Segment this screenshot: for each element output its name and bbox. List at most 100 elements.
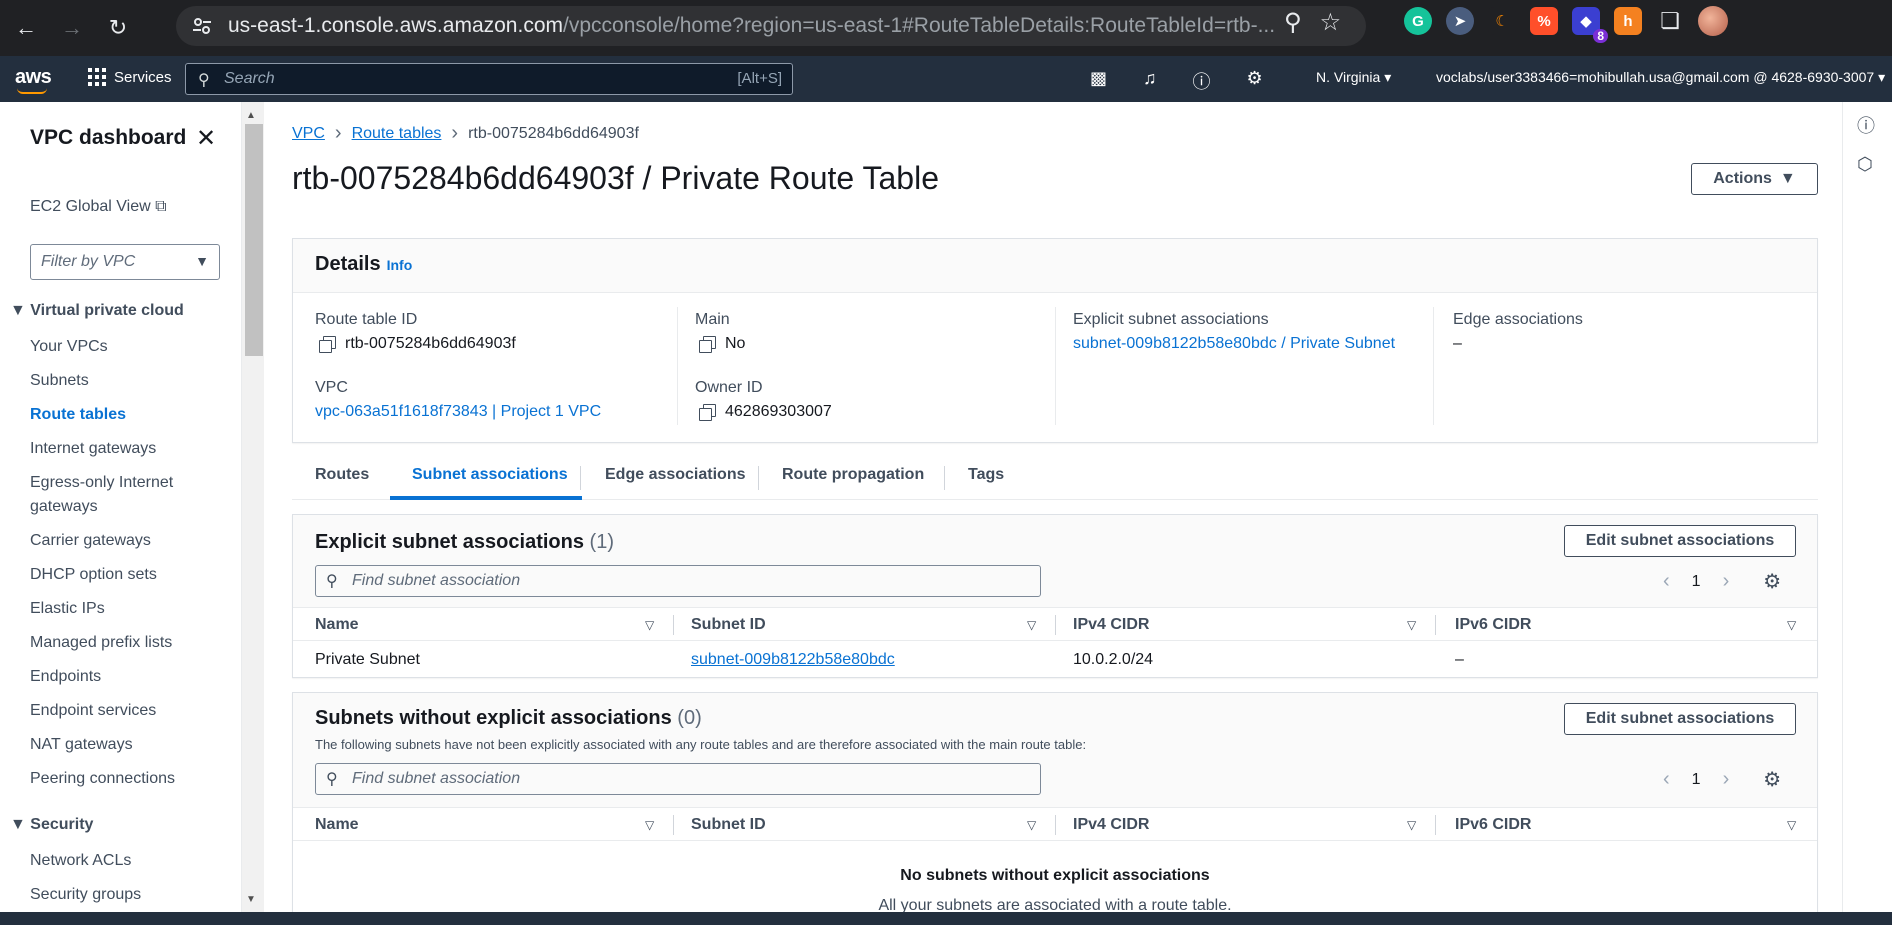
moon-extension-icon[interactable]: ☾ <box>1488 7 1516 35</box>
tab-routes[interactable]: Routes <box>315 466 369 484</box>
sort-icon[interactable]: ▽ <box>1407 818 1416 832</box>
sidebar-item-internet-gateways[interactable]: Internet gateways <box>30 440 156 458</box>
puzzle-badge-extension-icon[interactable]: ◆ 8 <box>1572 7 1608 43</box>
page-number-2[interactable]: 1 <box>1692 771 1701 789</box>
sort-icon[interactable]: ▽ <box>1407 618 1416 632</box>
sidebar-item-egress-only[interactable]: Egress-only Internet <box>30 474 173 492</box>
column-separator <box>1435 815 1436 835</box>
aws-logo[interactable]: aws <box>15 66 52 94</box>
sidebar-section-vpc[interactable]: ▼ Virtual private cloud <box>10 302 184 320</box>
chevron-left-icon[interactable]: ‹ <box>1663 768 1670 791</box>
column-header-ipv4-cidr[interactable]: IPv4 CIDR <box>1073 616 1149 634</box>
column-header-subnet-id[interactable]: Subnet ID <box>691 816 766 834</box>
column-header-ipv6-cidr[interactable]: IPv6 CIDR <box>1455 816 1531 834</box>
scroll-up-icon[interactable]: ▲ <box>246 110 256 121</box>
extensions-icon[interactable]: ❏ <box>1656 7 1684 35</box>
column-header-ipv4-cidr[interactable]: IPv4 CIDR <box>1073 816 1149 834</box>
notifications-bell-icon[interactable]: ♫ <box>1143 68 1157 94</box>
column-header-name[interactable]: Name <box>315 616 359 634</box>
settings-gear-icon[interactable]: ⚙ <box>1247 68 1263 94</box>
find-subnet-association-input[interactable]: ⚲ Find subnet association <box>315 565 1041 597</box>
back-icon[interactable]: ← <box>6 8 46 48</box>
sidebar-section-security[interactable]: ▼ Security <box>10 816 93 834</box>
aws-search-input[interactable]: ⚲ Search [Alt+S] <box>185 63 793 95</box>
caret-down-icon: ▼ <box>1779 170 1796 187</box>
column-header-ipv6-cidr[interactable]: IPv6 CIDR <box>1455 616 1531 634</box>
table-header-2: Name ▽ Subnet ID ▽ IPv4 CIDR ▽ IPv6 CIDR… <box>293 807 1817 841</box>
preferences-gear-icon[interactable]: ⚙ <box>1763 767 1781 792</box>
copy-icon[interactable] <box>319 336 336 353</box>
account-menu[interactable]: voclabs/user3383466=mohibullah.usa@gmail… <box>1436 69 1885 86</box>
info-panel-icon[interactable]: ⓘ <box>1857 112 1875 138</box>
breadcrumb-vpc[interactable]: VPC <box>292 125 325 143</box>
services-menu[interactable]: Services <box>88 68 172 86</box>
filter-by-vpc-select[interactable]: Filter by VPC ▼ <box>30 244 220 280</box>
sidebar-item-peering-connections[interactable]: Peering connections <box>30 770 175 788</box>
sidebar-item-network-acls[interactable]: Network ACLs <box>30 852 131 870</box>
sort-icon[interactable]: ▽ <box>1787 818 1796 832</box>
tab-route-propagation[interactable]: Route propagation <box>782 466 924 484</box>
chevron-right-icon[interactable]: › <box>1723 570 1730 593</box>
scroll-down-icon[interactable]: ▼ <box>246 894 256 905</box>
sidebar-item-security-groups[interactable]: Security groups <box>30 886 141 904</box>
sidebar-item-endpoint-services[interactable]: Endpoint services <box>30 702 156 720</box>
sidebar-item-carrier-gateways[interactable]: Carrier gateways <box>30 532 151 550</box>
page-number[interactable]: 1 <box>1692 573 1701 591</box>
region-selector[interactable]: N. Virginia ▾ <box>1316 69 1391 86</box>
sort-icon[interactable]: ▽ <box>645 618 654 632</box>
sort-icon[interactable]: ▽ <box>1027 818 1036 832</box>
sidebar-item-ec2-global-view[interactable]: EC2 Global View ⧉ <box>30 198 167 216</box>
percent-extension-icon[interactable]: % <box>1530 7 1558 35</box>
site-settings-icon[interactable] <box>192 16 212 36</box>
cloudshell-icon[interactable]: ▩ <box>1090 68 1107 94</box>
sidebar-item-managed-prefix-lists[interactable]: Managed prefix lists <box>30 634 172 652</box>
preferences-gear-icon[interactable]: ⚙ <box>1763 569 1781 594</box>
sidebar-item-dhcp-option-sets[interactable]: DHCP option sets <box>30 566 157 584</box>
breadcrumb-route-tables[interactable]: Route tables <box>352 125 442 143</box>
chevron-left-icon[interactable]: ‹ <box>1663 570 1670 593</box>
account-label: voclabs/user3383466=mohibullah.usa@gmail… <box>1436 69 1875 85</box>
zoom-icon[interactable]: ⚲ <box>1284 8 1302 37</box>
hexagon-icon[interactable]: ⬡ <box>1857 154 1873 175</box>
sort-icon[interactable]: ▽ <box>1027 618 1036 632</box>
find-subnet-association-input-2[interactable]: ⚲ Find subnet association <box>315 763 1041 795</box>
sidebar-item-nat-gateways[interactable]: NAT gateways <box>30 736 133 754</box>
copy-icon[interactable] <box>699 404 716 421</box>
sidebar-item-endpoints[interactable]: Endpoints <box>30 668 101 686</box>
edit-subnet-associations-button[interactable]: Edit subnet associations <box>1564 525 1796 557</box>
chevron-right-icon[interactable]: › <box>1723 768 1730 791</box>
sidebar-item-subnets[interactable]: Subnets <box>30 372 89 390</box>
bookmark-star-icon[interactable]: ☆ <box>1320 8 1342 37</box>
copy-icon[interactable] <box>699 336 716 353</box>
owner-id-label: Owner ID <box>695 379 763 396</box>
cell-subnet-id-link[interactable]: subnet-009b8122b58e80bdc <box>691 651 895 669</box>
explicit-associations-link[interactable]: subnet-009b8122b58e80bdc / Private Subne… <box>1073 335 1395 353</box>
table-header: Name ▽ Subnet ID ▽ IPv4 CIDR ▽ IPv6 CIDR… <box>293 607 1817 641</box>
sidebar-item-your-vpcs[interactable]: Your VPCs <box>30 338 108 356</box>
sidebar-scrollbar-thumb[interactable] <box>245 124 263 356</box>
sort-icon[interactable]: ▽ <box>645 818 654 832</box>
cursor-extension-icon[interactable]: ➤ <box>1446 7 1474 35</box>
column-header-name[interactable]: Name <box>315 816 359 834</box>
vpc-link[interactable]: vpc-063a51f1618f73843 | Project 1 VPC <box>315 403 601 421</box>
help-icon[interactable]: ⓘ <box>1193 68 1211 94</box>
address-bar[interactable]: us-east-1.console.aws.amazon.com/vpccons… <box>176 6 1366 46</box>
reload-icon[interactable]: ↻ <box>98 8 138 48</box>
info-link[interactable]: Info <box>387 257 413 273</box>
honey-extension-icon[interactable]: h <box>1614 7 1642 35</box>
tab-edge-associations[interactable]: Edge associations <box>605 466 746 484</box>
tab-tags[interactable]: Tags <box>968 466 1004 484</box>
sidebar-item-route-tables[interactable]: Route tables <box>30 406 126 424</box>
profile-avatar[interactable] <box>1698 6 1728 36</box>
sidebar-item-egress-only-cont[interactable]: gateways <box>30 498 98 516</box>
edit-subnet-associations-button-2[interactable]: Edit subnet associations <box>1564 703 1796 735</box>
actions-button[interactable]: Actions ▼ <box>1691 163 1818 195</box>
details-title-text: Details <box>315 253 381 275</box>
sort-icon[interactable]: ▽ <box>1787 618 1796 632</box>
tab-subnet-associations[interactable]: Subnet associations <box>412 466 568 484</box>
forward-icon[interactable]: → <box>52 8 92 48</box>
grammarly-extension-icon[interactable]: G <box>1404 7 1432 35</box>
sidebar-item-elastic-ips[interactable]: Elastic IPs <box>30 600 105 618</box>
column-header-subnet-id[interactable]: Subnet ID <box>691 616 766 634</box>
close-icon[interactable]: ✕ <box>196 124 216 153</box>
